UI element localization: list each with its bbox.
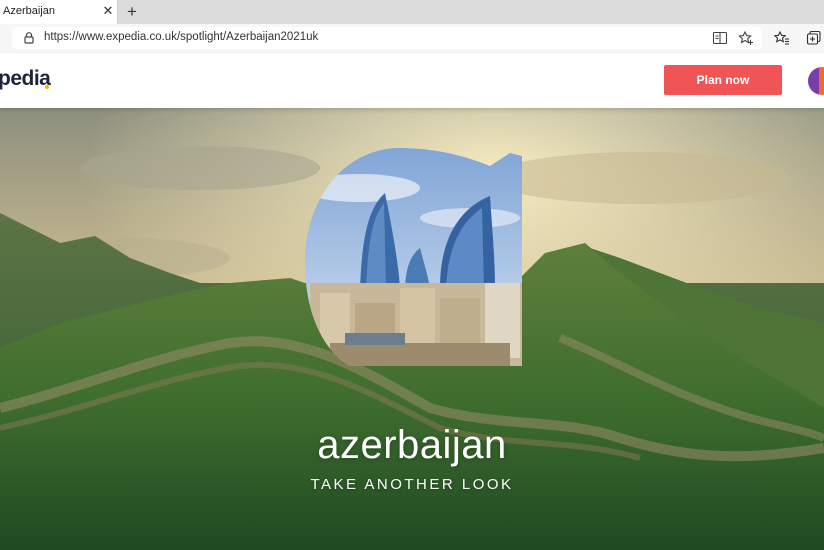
hero-banner: azerbaijan TAKE ANOTHER LOOK	[0, 108, 824, 550]
hero-title: azerbaijan	[317, 423, 507, 467]
hero-tagline: TAKE ANOTHER LOOK	[310, 476, 514, 493]
plan-now-button[interactable]: Plan now	[664, 65, 782, 95]
avatar[interactable]	[808, 67, 824, 95]
url-text[interactable]: https://www.expedia.co.uk/spotlight/Azer…	[44, 31, 318, 43]
collections-icon[interactable]	[806, 30, 822, 46]
site-header: pedia Plan now	[0, 53, 824, 108]
add-favorite-icon[interactable]	[738, 30, 754, 46]
logo-dot	[45, 85, 49, 89]
new-tab-icon[interactable]: +	[123, 2, 141, 22]
immersive-reader-icon[interactable]	[712, 30, 728, 46]
url-field[interactable]: https://www.expedia.co.uk/spotlight/Azer…	[12, 27, 762, 49]
expedia-logo[interactable]: pedia	[0, 67, 51, 91]
browser-tab-bar: Azerbaijan ✕ +	[0, 0, 824, 24]
tab-title: Azerbaijan	[3, 5, 55, 17]
lock-icon[interactable]	[22, 31, 36, 45]
close-tab-icon[interactable]: ✕	[101, 3, 115, 19]
address-bar: https://www.expedia.co.uk/spotlight/Azer…	[0, 24, 824, 54]
browser-tab[interactable]: Azerbaijan ✕	[0, 0, 118, 24]
favorites-icon[interactable]	[774, 30, 790, 46]
